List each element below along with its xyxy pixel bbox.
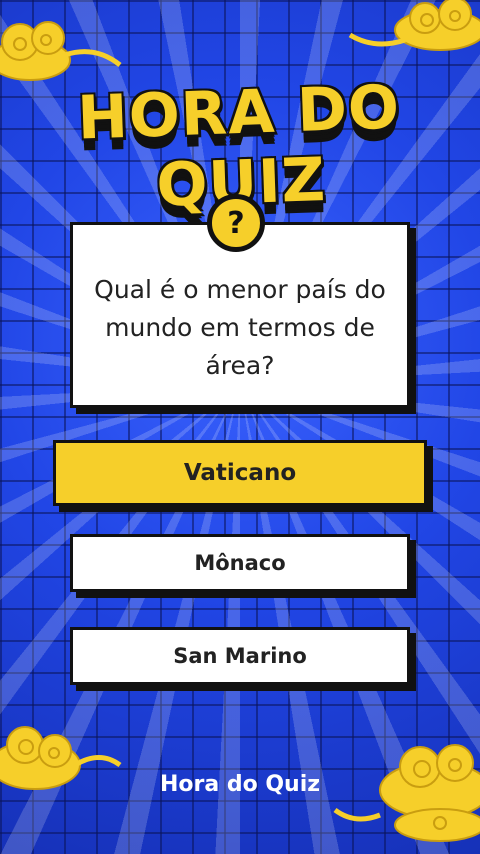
answer-option-2[interactable]: Mônaco (70, 534, 410, 592)
answer-option-3[interactable]: San Marino (70, 627, 410, 685)
cloud-icon-top-left (0, 21, 122, 81)
question-mark-icon: ? (207, 194, 265, 252)
question-text: Qual é o menor país do mundo em termos d… (94, 275, 386, 380)
answer-option-1[interactable]: Vaticano (53, 440, 427, 506)
footer-brand: Hora do Quiz (159, 772, 321, 797)
cloud-icon-bottom-left (0, 726, 122, 790)
cloud-icon-top-right (348, 0, 480, 51)
